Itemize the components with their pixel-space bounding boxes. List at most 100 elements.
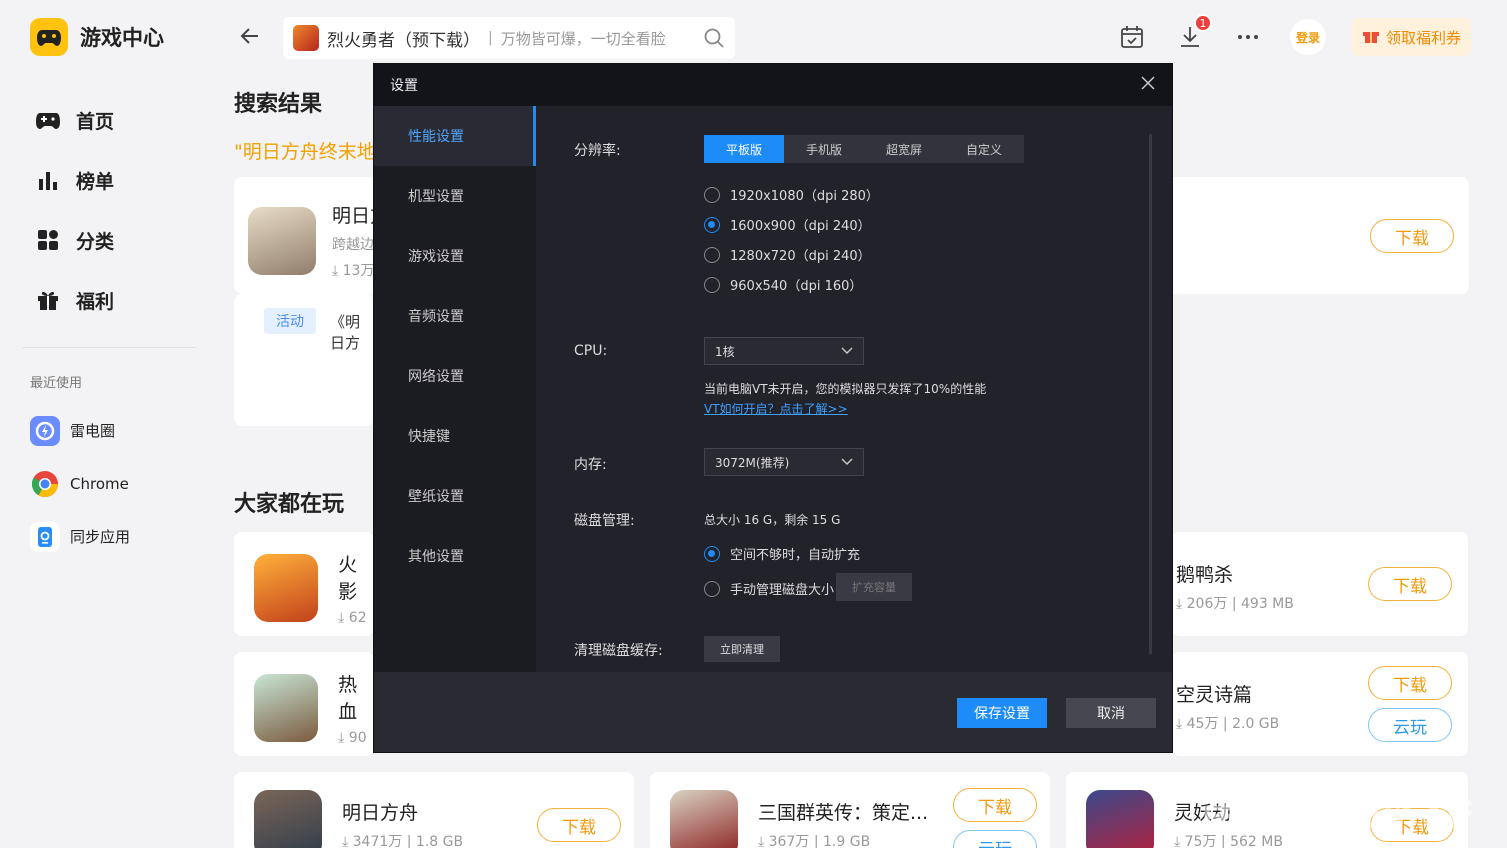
welfare-coupon-button[interactable]: 领取福利券	[1351, 18, 1471, 56]
game-meta: ⤓ 3471万 | 1.8 GB	[342, 833, 464, 848]
calendar-icon[interactable]	[1116, 21, 1148, 53]
download-button[interactable]: 下载	[537, 808, 621, 842]
tab-network[interactable]: 网络设置	[374, 346, 536, 406]
game-row: 三国群英传：策定... ⤓ 367万 | 1.9 GB	[670, 790, 928, 848]
gift-icon	[34, 286, 62, 314]
game-row: 热血 ⤓ 90	[254, 670, 374, 746]
disk-info: 总大小 16 G，剩余 15 G	[704, 513, 841, 527]
dialog-header: 设置	[374, 64, 1172, 106]
more-icon[interactable]	[1232, 21, 1264, 53]
downloads-value: 367万	[768, 833, 810, 848]
tab-ultrawide[interactable]: 超宽屏	[864, 135, 944, 163]
game-info: 鹅鸭杀 ⤓ 206万 | 493 MB	[1176, 560, 1294, 613]
nav-label: 福利	[76, 290, 115, 313]
save-button[interactable]: 保存设置	[957, 698, 1047, 728]
expand-capacity-button[interactable]: 扩充容量	[836, 573, 912, 601]
login-button[interactable]: 登录	[1289, 19, 1326, 55]
tab-custom[interactable]: 自定义	[944, 135, 1024, 163]
radio-button	[704, 545, 720, 562]
nav-item-category[interactable]: 分类	[34, 210, 204, 270]
cpu-label: CPU:	[574, 343, 608, 359]
activity-card[interactable]: 活动 《明日方	[234, 294, 374, 426]
sync-app-icon	[30, 521, 60, 552]
nav-item-ranking[interactable]: 榜单	[34, 150, 204, 210]
cancel-button[interactable]: 取消	[1066, 698, 1156, 728]
game-meta: ⤓ 45万 | 2.0 GB	[1176, 716, 1280, 732]
download-button[interactable]: 下载	[953, 788, 1037, 822]
download-button[interactable]: 下载	[1368, 567, 1452, 601]
sidebar-nav: 首页 榜单 分类 福利	[34, 90, 204, 330]
search-bar[interactable]: 烈火勇者（预下载） | 万物皆可爆，一切全看脸	[283, 17, 735, 59]
disk-manual-option[interactable]: 手动管理磁盘大小	[704, 579, 834, 598]
top-toolbar: 1 登录 领取福利券	[1116, 14, 1471, 56]
cpu-value: 1核	[715, 344, 735, 359]
resolution-option-label: 960x540（dpi 160）	[730, 279, 863, 294]
recent-item-leidian[interactable]: 雷电圈	[30, 404, 200, 457]
tab-phone[interactable]: 手机版	[784, 135, 864, 163]
chrome-icon	[30, 469, 60, 499]
download-button[interactable]: 下载	[1370, 219, 1454, 253]
tab-other[interactable]: 其他设置	[374, 526, 536, 586]
size-value: 2.0 GB	[1232, 716, 1280, 732]
tab-tablet[interactable]: 平板版	[704, 135, 784, 163]
game-icon	[254, 554, 319, 622]
disk-auto-label: 空间不够时，自动扩充	[730, 548, 861, 563]
dialog-footer: 保存设置 取消	[374, 672, 1172, 752]
gift-icon	[1362, 26, 1380, 48]
resolution-type-tabs: 平板版 手机版 超宽屏 自定义	[704, 135, 1024, 163]
leidian-circle-icon	[30, 415, 60, 446]
resolution-option[interactable]: 1280x720（dpi 240）	[704, 245, 871, 264]
close-icon[interactable]	[1140, 75, 1158, 93]
tab-wallpaper[interactable]: 壁纸设置	[374, 466, 536, 526]
recent-item-sync[interactable]: 同步应用	[30, 510, 200, 563]
scrollbar[interactable]	[1149, 134, 1152, 654]
tab-game[interactable]: 游戏设置	[374, 226, 536, 286]
game-card[interactable]: 热血 ⤓ 90	[234, 652, 374, 756]
nav-label: 榜单	[76, 170, 115, 193]
download-button[interactable]: 下载	[1368, 666, 1452, 700]
chevron-down-icon	[841, 347, 853, 354]
tab-performance[interactable]: 性能设置	[374, 106, 536, 166]
app-logo: 游戏中心	[30, 18, 164, 56]
back-button[interactable]	[238, 24, 264, 52]
game-row: 明日方舟 ⤓ 3471万 | 1.8 GB	[254, 790, 463, 848]
resolution-option[interactable]: 960x540（dpi 160）	[704, 275, 862, 294]
search-icon[interactable]	[703, 27, 725, 49]
nav-item-home[interactable]: 首页	[34, 90, 204, 150]
size-value: 1.9 GB	[823, 833, 871, 848]
recent-label: 同步应用	[70, 528, 131, 546]
clean-cache-button[interactable]: 立即清理	[704, 636, 780, 662]
resolution-option[interactable]: 1600x900（dpi 240）	[704, 215, 871, 234]
gamepad-logo-icon	[30, 18, 68, 56]
game-card[interactable]: 三国群英传：策定... ⤓ 367万 | 1.9 GB 下载 云玩	[650, 772, 1050, 848]
radio-button	[704, 216, 720, 233]
tab-audio[interactable]: 音频设置	[374, 286, 536, 346]
game-icon	[254, 790, 322, 848]
download-icon[interactable]: 1	[1174, 14, 1212, 53]
cloud-play-button[interactable]: 云玩	[1368, 708, 1452, 742]
popular-title: 大家都在玩	[234, 492, 345, 517]
recent-item-chrome[interactable]: Chrome	[30, 457, 200, 510]
activity-tag: 活动	[264, 308, 316, 334]
app-title: 游戏中心	[80, 26, 164, 50]
resolution-option[interactable]: 1920x1080（dpi 280）	[704, 185, 879, 204]
tab-device-model[interactable]: 机型设置	[374, 166, 536, 226]
vt-help-link[interactable]: VT如何开启？点击了解>>	[704, 400, 848, 417]
tab-shortcuts[interactable]: 快捷键	[374, 406, 536, 466]
game-card[interactable]: 火影 ⤓ 62	[234, 532, 374, 636]
result-game: 明日方 跨越边 ⤓ 13万	[248, 201, 389, 280]
welfare-label: 领取福利券	[1385, 28, 1461, 47]
nav-item-welfare[interactable]: 福利	[34, 270, 204, 330]
memory-select[interactable]: 3072M(推荐)	[704, 448, 864, 476]
game-card[interactable]: 空灵诗篇 ⤓ 45万 | 2.0 GB 下载 云玩	[1172, 652, 1468, 756]
disk-auto-option[interactable]: 空间不够时，自动扩充	[704, 544, 860, 563]
grid-icon	[34, 226, 62, 254]
downloads-value: 62	[348, 610, 367, 626]
game-card[interactable]: 鹅鸭杀 ⤓ 206万 | 493 MB 下载	[1172, 532, 1468, 636]
radio-button	[704, 186, 720, 203]
game-card[interactable]: 明日方舟 ⤓ 3471万 | 1.8 GB 下载	[234, 772, 634, 848]
settings-dialog: 设置 性能设置 机型设置 游戏设置 音频设置 网络设置 快捷键 壁纸设置 其他设…	[373, 63, 1173, 753]
cpu-select[interactable]: 1核	[704, 337, 864, 365]
game-info: 空灵诗篇 ⤓ 45万 | 2.0 GB	[1176, 680, 1279, 733]
cloud-play-button[interactable]: 云玩	[953, 830, 1037, 848]
